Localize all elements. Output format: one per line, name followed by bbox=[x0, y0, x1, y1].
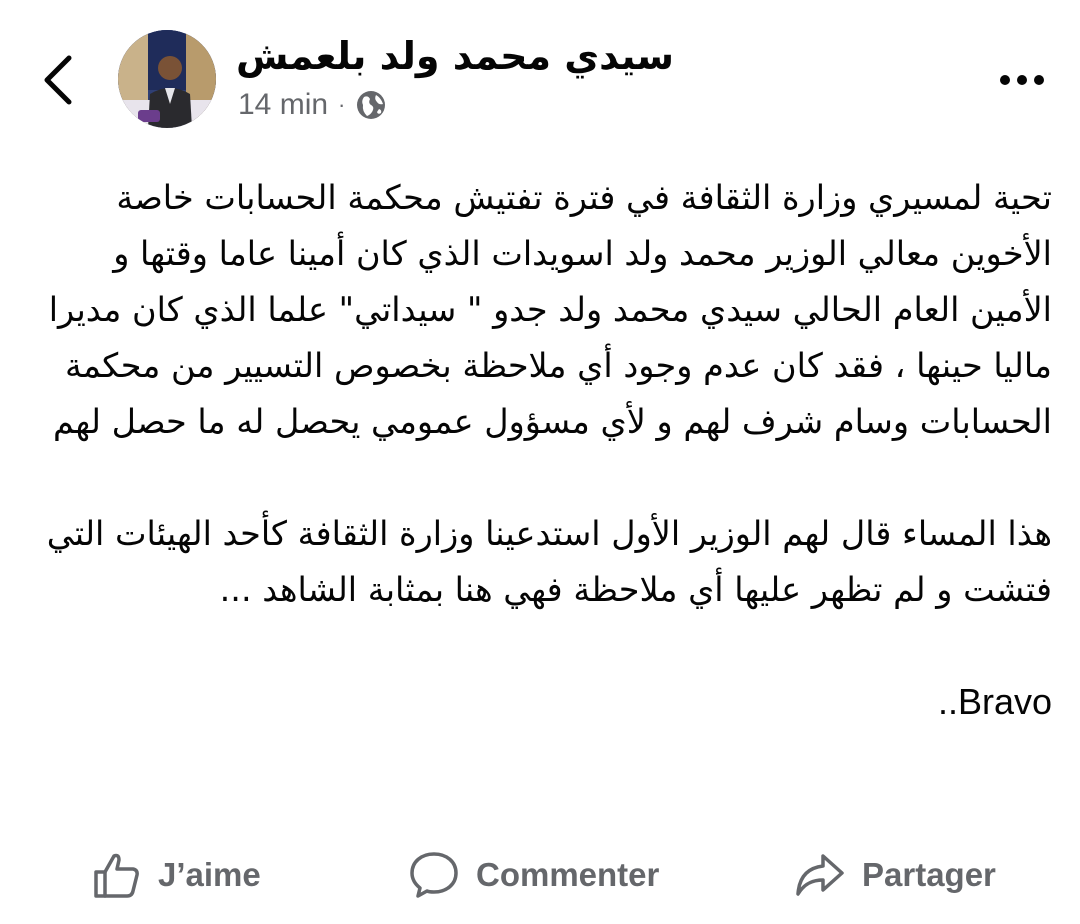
more-dot-icon bbox=[1000, 75, 1010, 85]
like-label: J’aime bbox=[158, 856, 261, 893]
more-dot-icon bbox=[1034, 75, 1044, 85]
post-actions-bar: J’aime Commenter Partager bbox=[0, 840, 1080, 910]
share-label: Partager bbox=[862, 856, 996, 893]
post-paragraph: هذا المساء قال لهم الوزير الأول استدعينا… bbox=[46, 514, 1052, 609]
post-header: سيدي محمد ولد بلعمش 14 min · bbox=[0, 0, 1080, 150]
share-arrow-icon bbox=[796, 854, 844, 896]
avatar-photo bbox=[118, 30, 216, 128]
more-dot-icon bbox=[1017, 75, 1027, 85]
post-meta: 14 min · bbox=[238, 88, 387, 122]
post-text: تحية لمسيري وزارة الثقافة في فترة تفتيش … bbox=[40, 170, 1052, 786]
post-paragraph: Bravo.. bbox=[937, 681, 1052, 722]
comment-button[interactable]: Commenter bbox=[408, 840, 659, 910]
share-button[interactable]: Partager bbox=[794, 840, 996, 910]
thumbs-up-icon bbox=[94, 853, 139, 898]
meta-separator: · bbox=[338, 92, 346, 117]
chevron-left-icon bbox=[44, 55, 72, 105]
back-button[interactable] bbox=[30, 52, 86, 108]
comment-label: Commenter bbox=[476, 856, 660, 893]
author-avatar[interactable] bbox=[118, 30, 216, 128]
more-options-button[interactable] bbox=[992, 58, 1052, 102]
like-button[interactable]: J’aime bbox=[92, 840, 261, 910]
post-timestamp[interactable]: 14 min bbox=[238, 88, 328, 122]
post-paragraph: تحية لمسيري وزارة الثقافة في فترة تفتيش … bbox=[48, 178, 1052, 441]
comment-bubble-icon bbox=[410, 852, 458, 898]
globe-icon[interactable] bbox=[355, 89, 387, 121]
author-name[interactable]: سيدي محمد ولد بلعمش bbox=[236, 34, 674, 78]
